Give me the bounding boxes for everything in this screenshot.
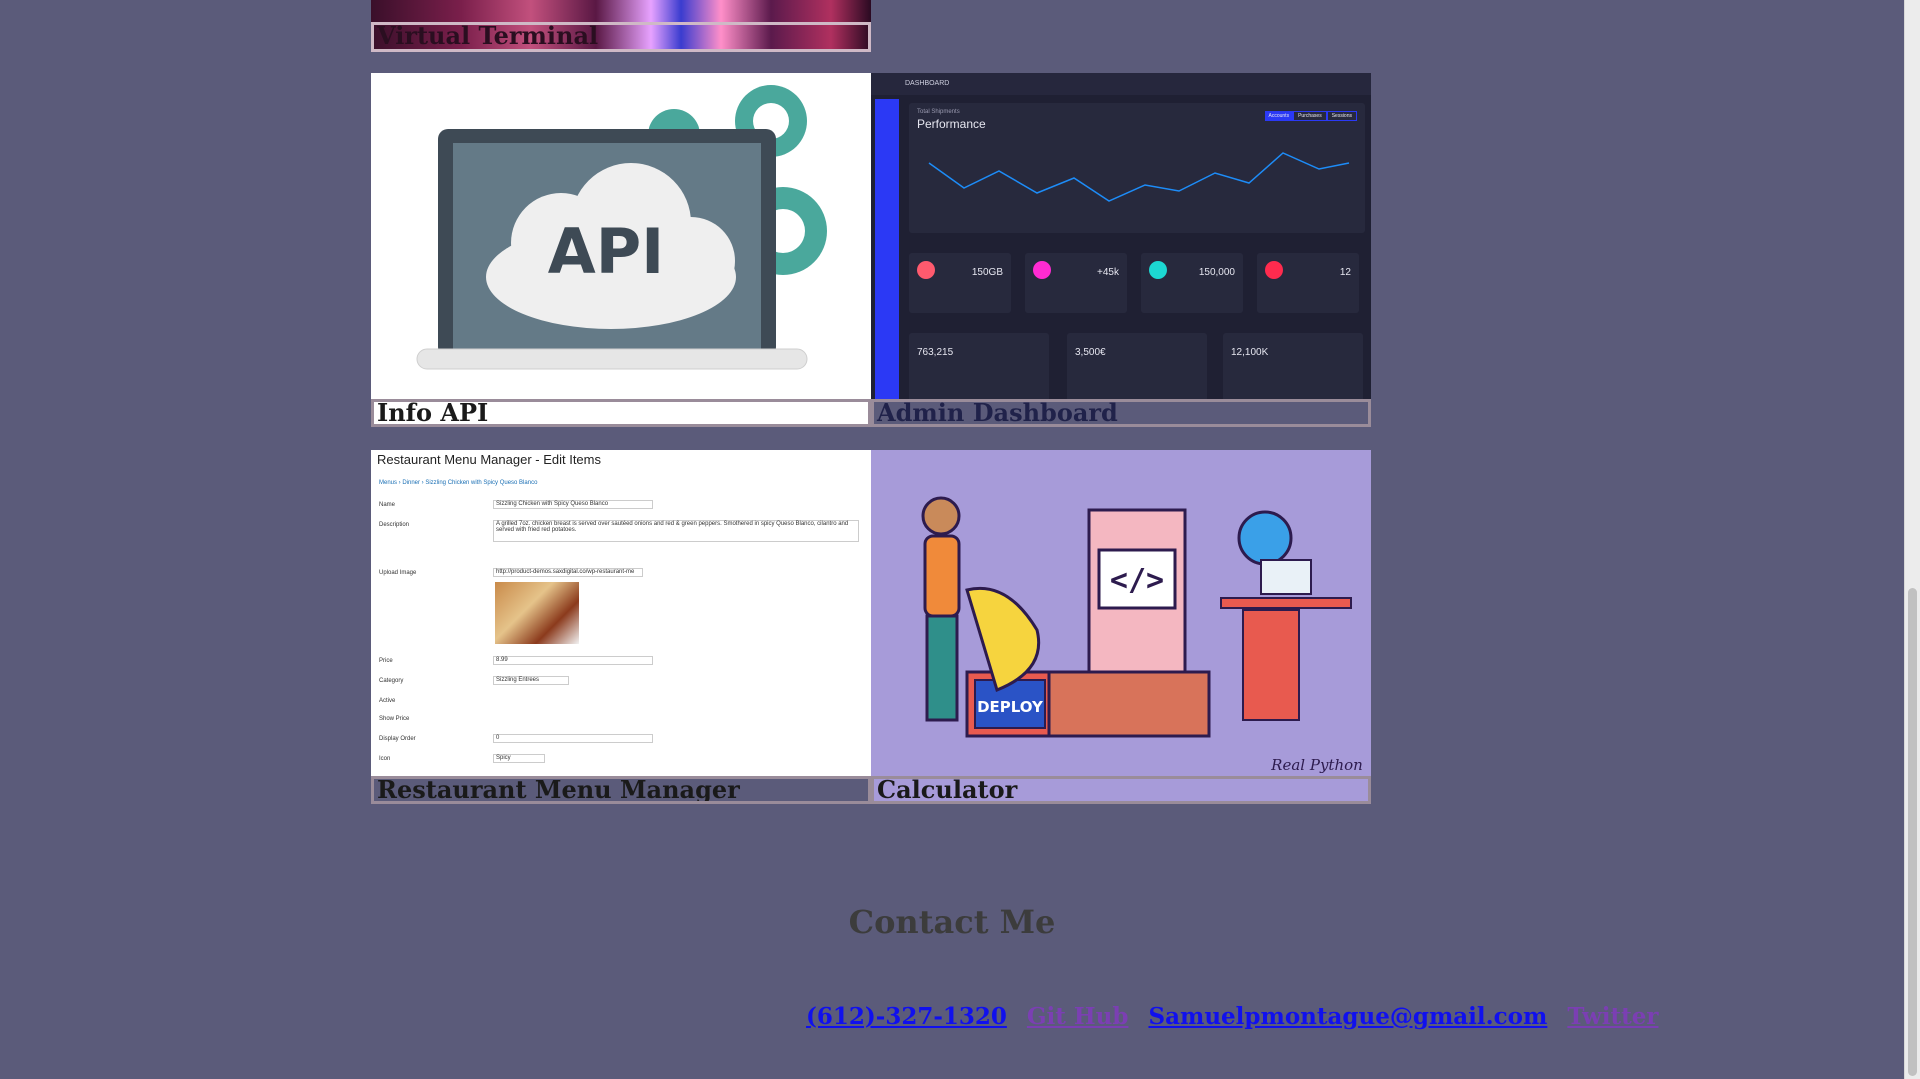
- rm-select: Spicy: [493, 754, 545, 763]
- project-caption: Admin Dashboard: [871, 399, 1371, 427]
- rm-label: Show Price: [379, 716, 410, 722]
- deploy-sign: DEPLOY: [977, 698, 1044, 716]
- calculator-illustration: DEPLOY </> Real Python: [921, 496, 1363, 774]
- stat-value: +45k: [1097, 267, 1119, 278]
- project-caption: Calculator: [871, 776, 1371, 804]
- rm-input: 8.99: [493, 656, 653, 665]
- phone-link[interactable]: (612)-327-1320: [806, 1003, 1007, 1030]
- api-illustration: API: [416, 85, 827, 370]
- performance-panel: Total Shipments Performance Accounts Pur…: [909, 103, 1365, 233]
- rm-title: Restaurant Menu Manager - Edit Items: [377, 452, 601, 467]
- project-card-admin-dashboard[interactable]: DASHBOARD Total Shipments Performance Ac…: [871, 73, 1371, 427]
- stat-card: 150GB: [909, 253, 1011, 313]
- mini-chart-card: 12,100K: [1223, 333, 1363, 399]
- rm-textarea: A grilled 7oz. chicken breast is served …: [493, 520, 859, 542]
- project-card-info-api[interactable]: API Info API: [371, 73, 871, 427]
- code-sign: </>: [1110, 563, 1164, 598]
- stat-card: +45k: [1025, 253, 1127, 313]
- portfolio-page: Virtual Terminal API Info API DASHBOARD …: [0, 0, 1904, 1079]
- dashboard-topbar-title: DASHBOARD: [905, 80, 950, 87]
- dashboard-image: DASHBOARD Total Shipments Performance Ac…: [871, 73, 1371, 399]
- stat-card: 150,000: [1141, 253, 1243, 313]
- rm-input: 0: [493, 734, 653, 743]
- real-python-signature: Real Python: [1270, 756, 1363, 774]
- rm-label: Display Order: [379, 736, 416, 742]
- calculator-image: DEPLOY </> Real Python: [871, 450, 1371, 776]
- stat-value: 150,000: [1198, 267, 1235, 278]
- project-card-calculator[interactable]: DEPLOY </> Real Python Calculator: [871, 450, 1371, 804]
- rm-input: http://product-demos.saxdigital.co/wp-re…: [493, 568, 643, 577]
- project-caption: Info API: [371, 399, 871, 427]
- restaurant-image: Restaurant Menu Manager - Edit Items Men…: [371, 450, 871, 776]
- rm-select: Sizzling Entrees: [493, 676, 569, 685]
- project-card-virtual-terminal[interactable]: Virtual Terminal: [371, 0, 871, 52]
- rm-label: Name: [379, 502, 396, 508]
- mini-value: 3,500€: [1075, 347, 1106, 358]
- vertical-scrollbar[interactable]: [1904, 0, 1920, 1079]
- project-caption: Restaurant Menu Manager: [371, 776, 871, 804]
- scrollbar-thumb[interactable]: [1908, 588, 1917, 1076]
- food-photo: [495, 582, 579, 644]
- contact-title: Contact Me: [848, 903, 1056, 941]
- api-image: API: [371, 73, 871, 399]
- stat-card: 12: [1257, 253, 1359, 313]
- mini-chart-card: 3,500€: [1067, 333, 1207, 399]
- twitter-link[interactable]: Twitter: [1567, 1003, 1658, 1030]
- api-text: API: [548, 215, 665, 288]
- rm-label: Icon: [379, 756, 391, 762]
- stat-value: 150GB: [971, 267, 1003, 278]
- project-card-restaurant-menu-manager[interactable]: Restaurant Menu Manager - Edit Items Men…: [371, 450, 871, 804]
- mini-value: 12,100K: [1231, 347, 1269, 358]
- github-link[interactable]: Git Hub: [1027, 1003, 1129, 1030]
- contact-links: (612)-327-1320 Git Hub Samuelpmontague@g…: [806, 1003, 1670, 1030]
- mini-chart-card: 763,215: [909, 333, 1049, 399]
- rm-label: Category: [379, 678, 404, 684]
- performance-line: [928, 152, 1350, 202]
- rm-label: Price: [379, 658, 393, 664]
- mini-value: 763,215: [917, 347, 954, 358]
- project-caption: Virtual Terminal: [371, 22, 871, 52]
- rm-breadcrumb: Menus › Dinner › Sizzling Chicken with S…: [379, 480, 538, 486]
- dashboard-topbar: DASHBOARD: [871, 73, 1371, 95]
- rm-label: Active: [379, 698, 396, 704]
- dashboard-sidebar: [875, 99, 899, 399]
- rm-input: Sizzling Chicken with Spicy Queso Blanco: [493, 500, 653, 509]
- stat-value: 12: [1339, 267, 1351, 278]
- rm-label: Upload Image: [379, 570, 417, 576]
- rm-label: Description: [379, 522, 410, 528]
- email-link[interactable]: Samuelpmontague@gmail.com: [1148, 1003, 1547, 1030]
